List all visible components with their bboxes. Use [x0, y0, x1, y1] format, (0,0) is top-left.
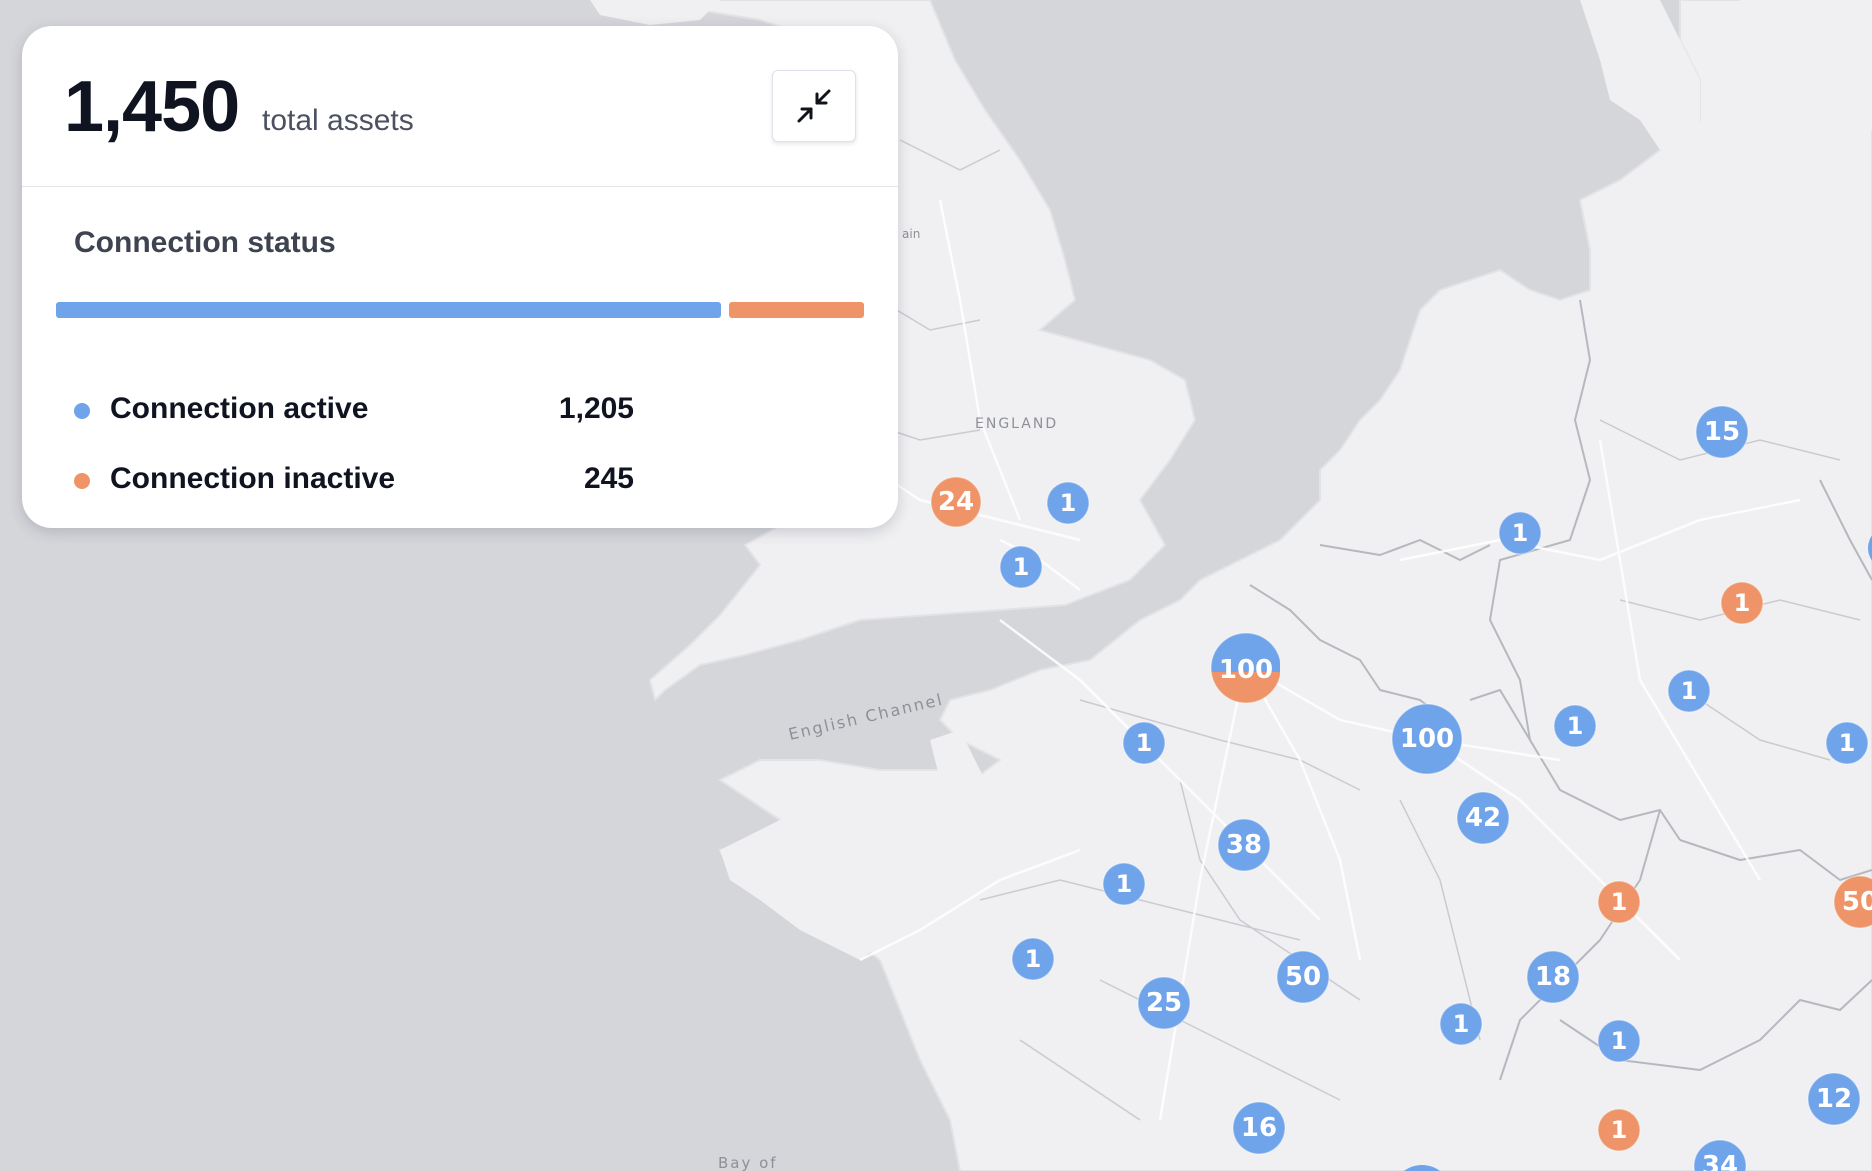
svg-text:50: 50 [1285, 962, 1321, 992]
map-cluster[interactable]: 24 [930, 476, 982, 528]
legend-value: 1,205 [558, 392, 634, 425]
map-label-britain-fragment: ain [902, 227, 920, 241]
svg-text:25: 25 [1146, 988, 1182, 1018]
map-cluster[interactable]: 1 [1825, 721, 1869, 765]
svg-text:38: 38 [1226, 830, 1262, 860]
map-cluster[interactable]: 18 [1526, 950, 1580, 1004]
map-cluster[interactable]: 50 [1276, 950, 1330, 1004]
map-label-bay-fragment: Bay of [718, 1154, 778, 1171]
svg-text:1: 1 [1839, 729, 1856, 757]
active-status-dot [74, 403, 90, 419]
svg-text:1: 1 [1611, 1027, 1628, 1055]
total-assets-value: 1,450 [64, 67, 240, 147]
map-cluster[interactable]: 1 [1597, 880, 1641, 924]
legend-label: Connection inactive [110, 462, 396, 495]
svg-text:24: 24 [938, 487, 974, 517]
card-header: 1,450 total assets [22, 26, 898, 187]
svg-text:1: 1 [1611, 888, 1628, 916]
map-cluster-mixed[interactable]: 100 [1210, 632, 1281, 704]
connection-status-bar [56, 302, 864, 320]
legend-item-active: Connection active 1,205 [74, 390, 634, 430]
svg-text:100: 100 [1219, 655, 1273, 685]
svg-text:1: 1 [1611, 1116, 1628, 1144]
map-cluster[interactable]: 42 [1456, 791, 1510, 845]
map-cluster[interactable]: 1 [1720, 581, 1764, 625]
svg-text:1: 1 [1116, 870, 1133, 898]
legend-value: 245 [583, 462, 634, 495]
map-cluster[interactable]: 1 [999, 545, 1043, 589]
map-cluster[interactable]: 38 [1217, 818, 1271, 872]
map-cluster[interactable]: 1 [1011, 937, 1055, 981]
map-cluster[interactable]: 100 [1391, 703, 1463, 775]
svg-text:1: 1 [1453, 1010, 1470, 1038]
svg-text:42: 42 [1465, 803, 1501, 833]
map-cluster[interactable]: 1 [1667, 669, 1711, 713]
svg-text:34: 34 [1702, 1151, 1738, 1171]
map-cluster[interactable]: 15 [1695, 405, 1749, 459]
svg-text:1: 1 [1136, 729, 1153, 757]
svg-text:1: 1 [1512, 519, 1529, 547]
legend-item-inactive: Connection inactive 245 [74, 460, 634, 500]
svg-text:1: 1 [1013, 553, 1030, 581]
svg-text:12: 12 [1816, 1084, 1852, 1114]
status-bar-inactive [729, 302, 864, 318]
map-cluster[interactable]: 1 [1102, 862, 1146, 906]
svg-text:1: 1 [1734, 589, 1751, 617]
status-bar-active [56, 302, 721, 318]
map-cluster[interactable]: 1 [1597, 1019, 1641, 1063]
svg-text:100: 100 [1400, 724, 1454, 754]
svg-text:1: 1 [1025, 945, 1042, 973]
svg-text:1: 1 [1567, 712, 1584, 740]
svg-text:15: 15 [1704, 417, 1740, 447]
map-cluster[interactable]: 1 [1046, 481, 1090, 525]
map-cluster[interactable]: 1 [1553, 704, 1597, 748]
minimize-arrows-icon [797, 89, 831, 123]
svg-text:1: 1 [1681, 677, 1698, 705]
svg-text:50: 50 [1842, 887, 1872, 917]
map-cluster[interactable]: 25 [1137, 976, 1191, 1030]
map-cluster[interactable]: 12 [1807, 1072, 1861, 1126]
svg-text:16: 16 [1241, 1113, 1277, 1143]
total-assets-label: total assets [262, 104, 414, 137]
svg-text:18: 18 [1535, 962, 1571, 992]
inactive-status-dot [74, 473, 90, 489]
map-cluster[interactable]: 1 [1439, 1002, 1483, 1046]
legend-label: Connection active [110, 392, 369, 425]
map-cluster[interactable]: 16 [1232, 1101, 1286, 1155]
map-cluster[interactable]: 1 [1122, 721, 1166, 765]
collapse-button[interactable] [772, 70, 856, 142]
svg-text:1: 1 [1060, 489, 1077, 517]
asset-summary-card: 1,450 total assets Connection status Con… [22, 26, 898, 528]
connection-status-title: Connection status [74, 226, 336, 259]
map-cluster[interactable]: 1 [1498, 511, 1542, 555]
map-cluster[interactable]: 1 [1597, 1108, 1641, 1152]
map-label-england: ENGLAND [975, 416, 1058, 432]
